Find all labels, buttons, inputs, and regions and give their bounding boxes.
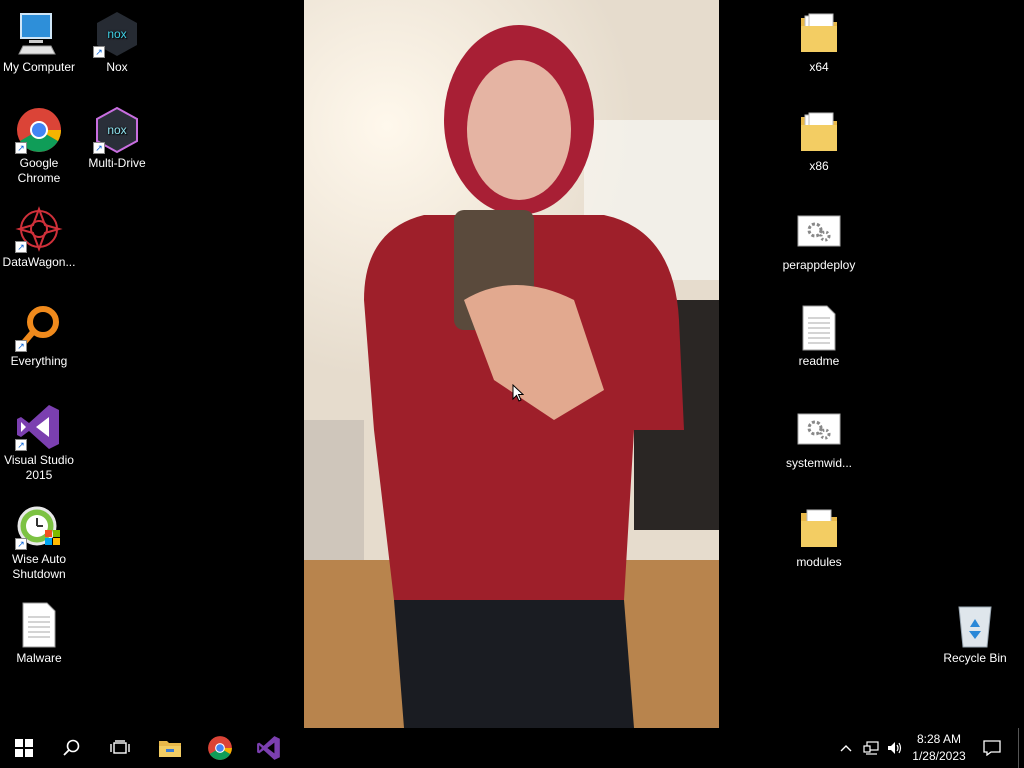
desktop-wallpaper-photo — [304, 0, 719, 728]
shortcut-arrow-icon: ↗ — [15, 538, 27, 550]
settings-file-icon — [795, 406, 843, 454]
desktop-icon-systemwid[interactable]: systemwid... — [780, 406, 858, 471]
show-desktop-button[interactable] — [1018, 728, 1024, 768]
desktop-icon-label: systemwid... — [785, 456, 852, 470]
search-button[interactable] — [48, 728, 96, 768]
desktop-icon-modules[interactable]: modules — [780, 505, 858, 570]
desktop-icon-label: Multi-Drive — [88, 156, 146, 170]
wise-auto-shutdown-icon: ↗ — [15, 502, 63, 550]
svg-text:nox: nox — [107, 123, 126, 137]
desktop-icon-label: Wise Auto Shutdown — [11, 552, 67, 581]
show-hidden-icons-icon — [840, 745, 852, 752]
svg-text:nox: nox — [107, 27, 126, 41]
multi-drive-icon: nox ↗ — [93, 106, 141, 154]
clock-time: 8:28 AM — [916, 732, 962, 746]
desktop-icon-datawagon[interactable]: ↗ DataWagon... — [0, 205, 78, 270]
shortcut-arrow-icon: ↗ — [93, 46, 105, 58]
desktop-icon-visual-studio[interactable]: ↗ Visual Studio 2015 — [0, 403, 78, 483]
visual-studio-icon — [257, 736, 280, 760]
settings-file-icon — [795, 208, 843, 256]
shortcut-arrow-icon: ↗ — [15, 241, 27, 253]
chrome-taskbar-button[interactable] — [196, 728, 244, 768]
desktop-icon-label: perappdeploy — [782, 258, 856, 272]
action-center-icon — [983, 740, 1001, 756]
taskbar-clock[interactable]: 8:28 AM 1/28/2023 — [904, 731, 974, 765]
action-center-button[interactable] — [978, 728, 1006, 768]
desktop-icon-label: DataWagon... — [2, 255, 76, 269]
visual-studio-taskbar-button[interactable] — [245, 728, 293, 768]
desktop-icon-my-computer[interactable]: My Computer — [0, 10, 78, 75]
file-explorer-button[interactable] — [146, 728, 194, 768]
shortcut-arrow-icon: ↗ — [15, 142, 27, 154]
folder-icon — [795, 10, 843, 58]
shortcut-arrow-icon: ↗ — [93, 142, 105, 154]
desktop-icon-x64[interactable]: x64 — [780, 10, 858, 75]
desktop-icon-label: My Computer — [2, 60, 76, 74]
clock-date: 1/28/2023 — [912, 749, 966, 763]
folder-icon — [795, 109, 843, 157]
shortcut-arrow-icon: ↗ — [15, 340, 27, 352]
nox-icon: nox ↗ — [93, 10, 141, 58]
file-explorer-icon — [159, 741, 181, 757]
computer-icon — [15, 10, 63, 58]
mouse-cursor-icon — [512, 384, 524, 402]
desktop-icon-label: Everything — [10, 354, 68, 368]
desktop-icon-malware[interactable]: Malware — [0, 601, 78, 666]
desktop-icon-label: readme — [798, 354, 840, 368]
desktop-icon-perappdeploy[interactable]: perappdeploy — [780, 208, 858, 273]
chrome-icon — [208, 736, 232, 760]
chrome-icon: ↗ — [15, 106, 63, 154]
document-icon — [15, 601, 63, 649]
desktop-icon-wise-auto-shutdown[interactable]: ↗ Wise Auto Shutdown — [0, 502, 78, 582]
start-button[interactable] — [0, 728, 48, 768]
volume-button[interactable] — [884, 728, 906, 768]
wallpaper-illustration — [304, 0, 719, 728]
volume-icon — [888, 742, 902, 754]
shortcut-arrow-icon: ↗ — [15, 439, 27, 451]
desktop-icon-label: x64 — [809, 60, 829, 74]
visual-studio-icon: ↗ — [15, 403, 63, 451]
desktop-icon-label: Malware — [16, 651, 62, 665]
search-icon — [63, 739, 80, 756]
folder-icon — [795, 505, 843, 553]
network-icon — [863, 741, 879, 755]
desktop-icon-x86[interactable]: x86 — [780, 109, 858, 174]
desktop-icon-label: Nox — [106, 60, 128, 74]
text-file-icon — [795, 304, 843, 352]
desktop-icon-label: modules — [796, 555, 842, 569]
start-icon — [15, 739, 33, 757]
desktop-icon-readme[interactable]: readme — [780, 304, 858, 369]
taskbar: 8:28 AM 1/28/2023 — [0, 728, 1024, 768]
network-button[interactable] — [860, 728, 882, 768]
task-view-button[interactable] — [96, 728, 144, 768]
desktop-icon-multi-drive[interactable]: nox ↗ Multi-Drive — [78, 106, 156, 171]
show-hidden-icons-button[interactable] — [836, 728, 856, 768]
task-view-icon — [110, 740, 130, 754]
desktop-icon-label: Visual Studio 2015 — [4, 453, 74, 482]
desktop-icon-label: Recycle Bin — [943, 651, 1007, 665]
desktop-icon-nox[interactable]: nox ↗ Nox — [78, 10, 156, 75]
recycle-bin-icon — [951, 601, 999, 649]
everything-icon: ↗ — [15, 304, 63, 352]
desktop-icon-label: x86 — [809, 159, 829, 173]
desktop-icon-recycle-bin[interactable]: Recycle Bin — [936, 601, 1014, 666]
desktop-icon-everything[interactable]: ↗ Everything — [0, 304, 78, 369]
desktop-icon-google-chrome[interactable]: ↗ Google Chrome — [0, 106, 78, 186]
desktop-icon-label: Google Chrome — [17, 156, 61, 185]
datawagon-icon: ↗ — [15, 205, 63, 253]
